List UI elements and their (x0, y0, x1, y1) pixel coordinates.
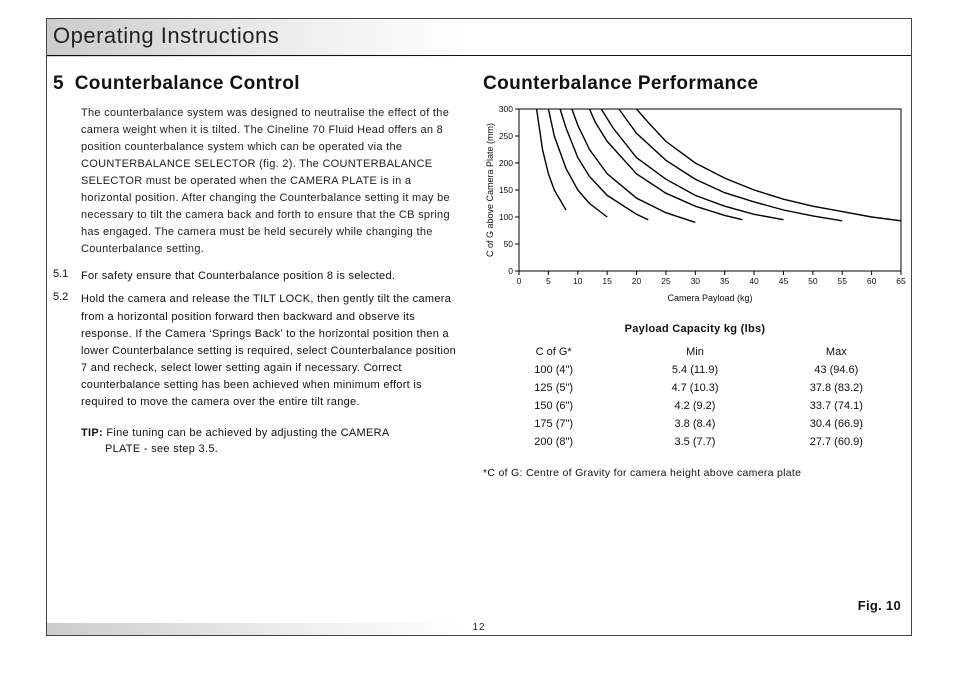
page-number: 12 (47, 622, 911, 633)
step-number: 5.2 (53, 291, 81, 410)
svg-text:20: 20 (632, 276, 642, 286)
svg-text:25: 25 (661, 276, 671, 286)
svg-text:100: 100 (499, 212, 513, 222)
table-cell: 5.4 (11.9) (624, 364, 765, 376)
svg-text:10: 10 (573, 276, 583, 286)
cog-footnote: *C of G: Centre of Gravity for camera he… (483, 467, 907, 479)
table-cell: 4.7 (10.3) (624, 382, 765, 394)
table-cell: 125 (5") (483, 382, 624, 394)
svg-text:5: 5 (546, 276, 551, 286)
svg-text:0: 0 (508, 266, 513, 276)
svg-text:Camera Payload (kg): Camera Payload (kg) (667, 293, 752, 303)
section-heading-counterbalance-control: 5 Counterbalance Control (53, 73, 465, 95)
tip-line-2: PLATE - see step 3.5. (105, 441, 465, 458)
svg-text:150: 150 (499, 185, 513, 195)
figure-label: Fig. 10 (858, 598, 901, 613)
table-title: Payload Capacity kg (lbs) (483, 323, 907, 335)
table-cell: 37.8 (83.2) (766, 382, 907, 394)
page-frame: Operating Instructions 5 Counterbalance … (46, 18, 912, 636)
table-cell: 150 (6") (483, 400, 624, 412)
svg-text:C of G above Camera Plate (mm: C of G above Camera Plate (mm) (485, 123, 495, 257)
tip-line-1: Fine tuning can be achieved by adjusting… (103, 427, 389, 439)
payload-capacity-table: Payload Capacity kg (lbs) C of G* Min Ma… (483, 323, 907, 451)
table-header-row: C of G* Min Max (483, 343, 907, 361)
table-cell: 175 (7") (483, 418, 624, 430)
table-cell: 4.2 (9.2) (624, 400, 765, 412)
svg-text:0: 0 (517, 276, 522, 286)
table-header-cog: C of G* (483, 346, 624, 358)
table-cell: 43 (94.6) (766, 364, 907, 376)
section-title-text: Counterbalance Control (75, 73, 300, 94)
left-column: 5 Counterbalance Control The counterbala… (53, 73, 465, 458)
step-number: 5.1 (53, 268, 81, 285)
svg-text:15: 15 (602, 276, 612, 286)
svg-text:45: 45 (779, 276, 789, 286)
svg-text:50: 50 (504, 239, 514, 249)
svg-text:300: 300 (499, 105, 513, 114)
table-cell: 27.7 (60.9) (766, 436, 907, 448)
table-row: 175 (7") 3.8 (8.4) 30.4 (66.9) (483, 415, 907, 433)
step-text: For safety ensure that Counterbalance po… (81, 268, 465, 285)
table-cell: 100 (4") (483, 364, 624, 376)
table-row: 100 (4") 5.4 (11.9) 43 (94.6) (483, 361, 907, 379)
page-title: Operating Instructions (53, 23, 279, 49)
chart-svg: 0 5 10 15 20 25 30 35 40 45 50 55 60 65 0 50 100 150 200 25… (483, 105, 907, 305)
step-5-2: 5.2 Hold the camera and release the TILT… (53, 291, 465, 410)
svg-text:50: 50 (808, 276, 818, 286)
table-cell: 200 (8") (483, 436, 624, 448)
svg-text:35: 35 (720, 276, 730, 286)
intro-paragraph: The counterbalance system was designed t… (81, 105, 465, 258)
svg-text:65: 65 (896, 276, 906, 286)
tip-label: TIP: (81, 427, 103, 439)
right-column: Counterbalance Performance 0 5 10 15 20 25 30 3… (483, 73, 907, 479)
svg-text:200: 200 (499, 158, 513, 168)
table-row: 200 (8") 3.5 (7.7) 27.7 (60.9) (483, 433, 907, 451)
table-cell: 3.8 (8.4) (624, 418, 765, 430)
table-header-min: Min (624, 346, 765, 358)
table-header-max: Max (766, 346, 907, 358)
svg-text:55: 55 (837, 276, 847, 286)
tip-block: TIP: Fine tuning can be achieved by adju… (81, 425, 465, 458)
svg-text:30: 30 (691, 276, 701, 286)
section-number: 5 (53, 73, 69, 95)
table-row: 150 (6") 4.2 (9.2) 33.7 (74.1) (483, 397, 907, 415)
counterbalance-chart: 0 5 10 15 20 25 30 35 40 45 50 55 60 65 0 50 100 150 200 25… (483, 105, 907, 305)
header-rule (47, 55, 911, 56)
table-cell: 3.5 (7.7) (624, 436, 765, 448)
svg-text:250: 250 (499, 131, 513, 141)
svg-text:60: 60 (867, 276, 877, 286)
step-text: Hold the camera and release the TILT LOC… (81, 291, 465, 410)
table-cell: 33.7 (74.1) (766, 400, 907, 412)
step-5-1: 5.1 For safety ensure that Counterbalanc… (53, 268, 465, 285)
table-row: 125 (5") 4.7 (10.3) 37.8 (83.2) (483, 379, 907, 397)
table-cell: 30.4 (66.9) (766, 418, 907, 430)
section-heading-counterbalance-performance: Counterbalance Performance (483, 73, 907, 95)
svg-text:40: 40 (749, 276, 759, 286)
